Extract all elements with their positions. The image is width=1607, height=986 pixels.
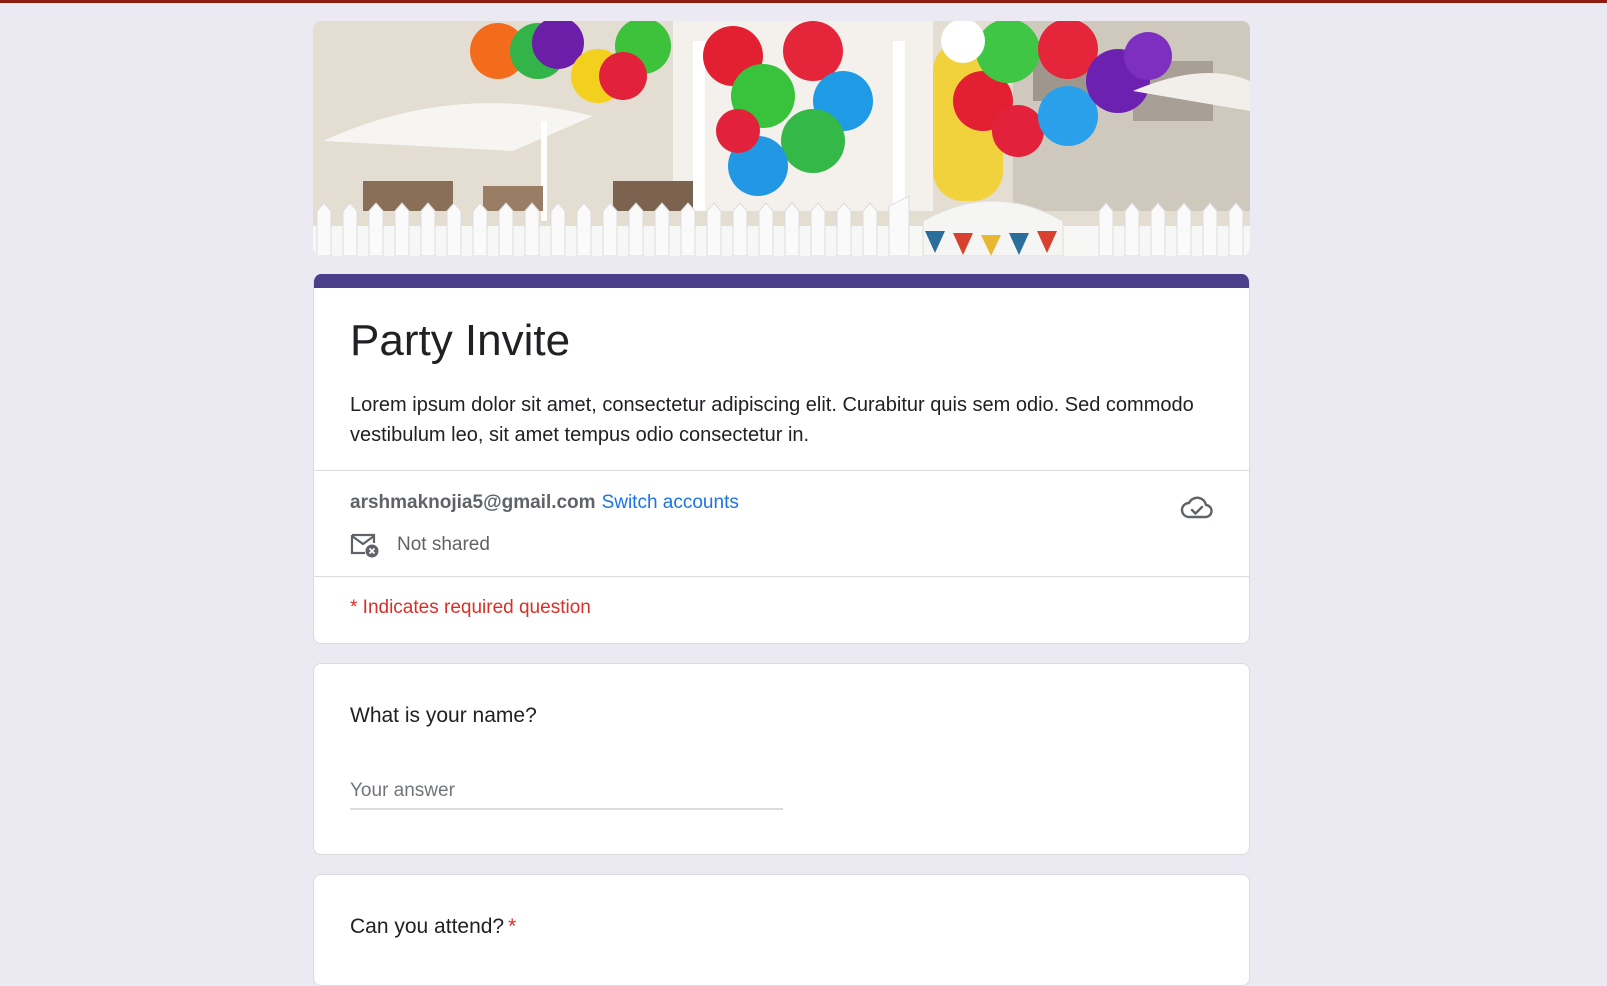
- question-title: Can you attend? *: [350, 913, 1213, 941]
- form-title: Party Invite: [350, 316, 571, 365]
- form-description: Lorem ipsum dolor sit amet, consectetur …: [350, 394, 1194, 446]
- question-card-name: What is your name?: [313, 663, 1250, 855]
- required-question-note: * Indicates required question: [350, 597, 591, 618]
- sharing-status: Not shared: [350, 532, 1213, 558]
- account-line: arshmaknojia5@gmail.com Switch accounts: [350, 491, 1213, 515]
- form-header-body: Party Invite Lorem ipsum dolor sit amet,…: [314, 288, 1249, 470]
- question-card-attend: Can you attend? *: [313, 874, 1250, 986]
- name-answer-input[interactable]: [350, 780, 783, 810]
- account-section: arshmaknojia5@gmail.com Switch accounts N…: [314, 471, 1249, 576]
- form-header-card: Party Invite Lorem ipsum dolor sit amet,…: [313, 274, 1250, 644]
- cloud-done-icon: [1180, 496, 1213, 519]
- form-container: Party Invite Lorem ipsum dolor sit amet,…: [313, 21, 1251, 986]
- question-title: What is your name?: [350, 704, 537, 727]
- header-banner-image: [313, 21, 1250, 256]
- sharing-status-label: Not shared: [397, 534, 490, 555]
- party-balloons-illustration: [313, 21, 1250, 256]
- mail-off-icon: [350, 533, 379, 558]
- question-title-text: Can you attend?: [350, 915, 505, 938]
- browser-top-strip: [0, 0, 1607, 3]
- required-asterisk: *: [508, 915, 517, 938]
- switch-accounts-link[interactable]: Switch accounts: [602, 492, 739, 513]
- theme-accent-bar: [314, 274, 1249, 288]
- account-email: arshmaknojia5@gmail.com: [350, 492, 596, 513]
